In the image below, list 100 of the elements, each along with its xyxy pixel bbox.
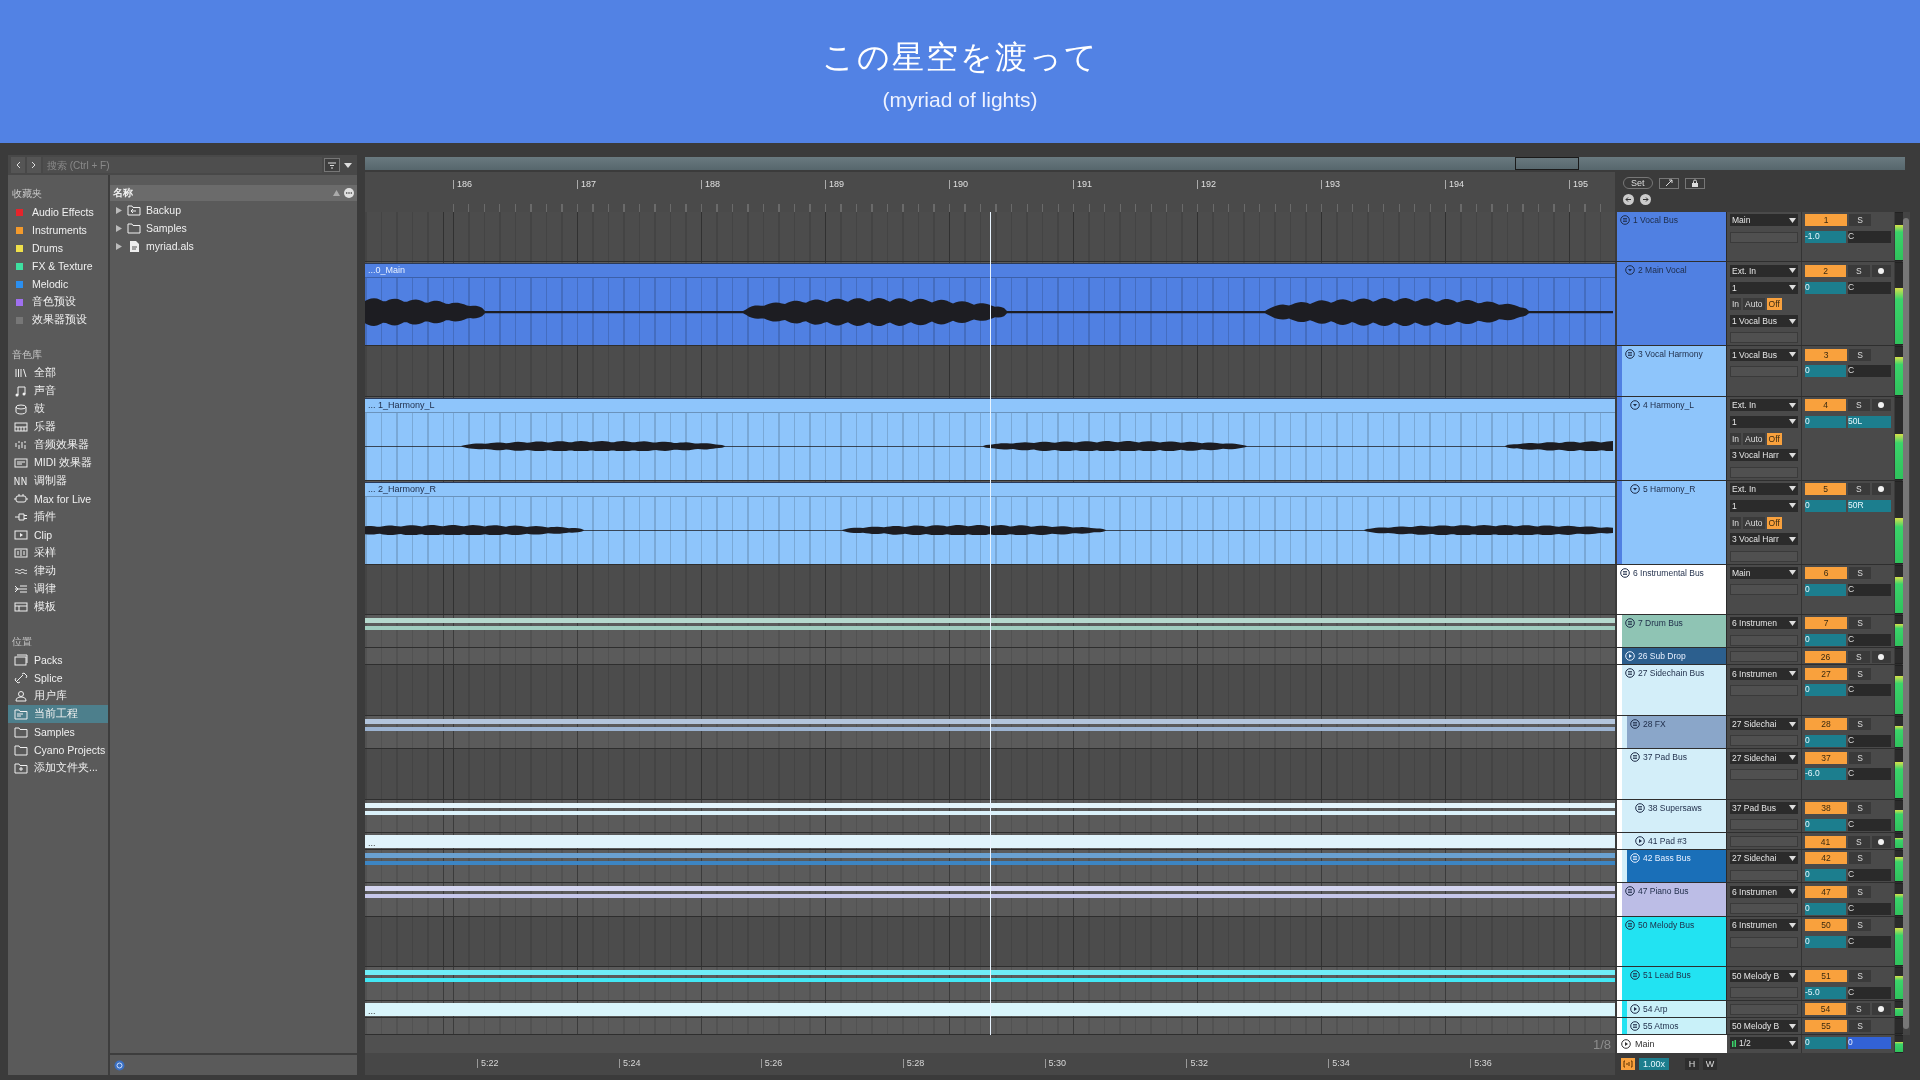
output-dropdown[interactable]: 6 Instrumen <box>1730 667 1798 680</box>
output-dropdown[interactable]: 1 Vocal Bus <box>1730 315 1798 328</box>
file-item[interactable]: myriad.als <box>110 237 357 255</box>
output-dropdown[interactable]: 27 Sidechai <box>1730 751 1798 764</box>
arm-button[interactable] <box>1871 835 1891 848</box>
track-activator-button[interactable]: 6 <box>1805 566 1847 579</box>
volume-field[interactable]: 0 <box>1805 869 1846 882</box>
sidebar-item[interactable]: 效果器预设 <box>8 311 108 329</box>
track-activator-button[interactable]: 28 <box>1805 718 1847 730</box>
track-header[interactable]: 7 Drum Bus <box>1622 614 1727 648</box>
solo-button[interactable]: S <box>1848 264 1870 277</box>
input-dropdown[interactable]: Ext. In <box>1730 399 1798 412</box>
volume-field[interactable]: 0 <box>1805 684 1846 697</box>
sidebar-item[interactable]: 调制器 <box>8 472 108 490</box>
track-header[interactable]: 41 Pad #3 <box>1632 833 1727 849</box>
solo-button[interactable]: S <box>1848 650 1870 663</box>
file-item[interactable]: Backup <box>110 201 357 219</box>
output-dropdown[interactable]: 27 Sidechai <box>1730 852 1798 865</box>
track-activator-button[interactable]: 27 <box>1805 667 1847 680</box>
track-header[interactable]: 27 Sidechain Bus <box>1622 665 1727 715</box>
arm-button[interactable] <box>1871 483 1891 495</box>
track-activator-button[interactable]: 51 <box>1805 969 1847 982</box>
volume-field[interactable]: -1.0 <box>1805 231 1846 244</box>
track-activator-button[interactable]: 41 <box>1805 835 1846 848</box>
monitor-button[interactable]: In <box>1730 432 1742 445</box>
pan-field[interactable]: C <box>1848 936 1891 949</box>
track-lane[interactable] <box>365 564 1615 614</box>
pan-field[interactable]: C <box>1848 583 1891 596</box>
volume-field[interactable]: 0 <box>1805 281 1846 294</box>
track-header[interactable]: 50 Melody Bus <box>1622 917 1727 967</box>
pan-field[interactable]: 50L <box>1848 415 1891 428</box>
sidebar-item[interactable]: 调律 <box>8 580 108 598</box>
file-item[interactable]: Samples <box>110 219 357 237</box>
output-dropdown[interactable]: 50 Melody B <box>1730 1020 1798 1033</box>
solo-button[interactable]: S <box>1849 1020 1871 1033</box>
solo-button[interactable]: S <box>1849 617 1871 630</box>
sidebar-item[interactable]: Melodic <box>8 275 108 293</box>
track-activator-button[interactable]: 5 <box>1805 483 1846 495</box>
track-activator-button[interactable]: 54 <box>1805 1003 1846 1016</box>
list-circle-icon[interactable] <box>1635 802 1645 813</box>
track-activator-button[interactable]: 38 <box>1805 801 1847 814</box>
track-activator-button[interactable]: 37 <box>1805 751 1847 764</box>
more-icon[interactable] <box>344 188 354 198</box>
play-circle-icon[interactable] <box>1630 1004 1640 1014</box>
volume-field[interactable]: 0 <box>1805 365 1846 378</box>
sidebar-item[interactable]: 音色预设 <box>8 293 108 311</box>
pan-field[interactable]: C <box>1848 684 1891 697</box>
monitor-button[interactable]: Off <box>1766 432 1782 445</box>
track-lane[interactable] <box>365 665 1615 715</box>
volume-field[interactable]: 0 <box>1805 499 1846 512</box>
sidebar-item[interactable]: 添加文件夹... <box>8 759 108 777</box>
track-lane[interactable] <box>365 648 1615 665</box>
list-circle-icon[interactable] <box>1630 718 1640 729</box>
solo-button[interactable]: S <box>1849 348 1871 361</box>
solo-button[interactable]: S <box>1849 214 1871 227</box>
audio-clip[interactable]: ... 2_Harmony_R <box>365 481 1615 564</box>
track-activator-button[interactable]: 1 <box>1805 214 1847 227</box>
pan-field[interactable]: C <box>1848 231 1891 244</box>
sidebar-item[interactable]: 鼓 <box>8 400 108 418</box>
output-dropdown[interactable]: 27 Sidechai <box>1730 718 1798 730</box>
channel-dropdown[interactable]: 1 <box>1730 499 1798 512</box>
sidebar-item[interactable]: 全部 <box>8 364 108 382</box>
track-header[interactable]: 26 Sub Drop <box>1622 648 1727 665</box>
monitor-button[interactable]: Auto <box>1743 298 1765 311</box>
sidebar-item[interactable]: 插件 <box>8 508 108 526</box>
input-dropdown[interactable]: Ext. In <box>1730 264 1798 277</box>
expand-triangle-icon[interactable] <box>116 242 122 250</box>
lock-button[interactable] <box>1684 177 1705 189</box>
monitor-button[interactable]: In <box>1730 298 1742 311</box>
track-lane[interactable] <box>365 212 1615 262</box>
channel-dropdown[interactable]: 1 <box>1730 415 1798 428</box>
input-field[interactable] <box>1730 735 1798 747</box>
track-activator-button[interactable]: 55 <box>1805 1020 1847 1033</box>
scale-field[interactable]: 1.00x <box>1639 1058 1670 1070</box>
volume-field[interactable]: 0 <box>1805 734 1846 747</box>
sidebar-item[interactable]: Audio Effects <box>8 203 108 221</box>
track-header[interactable]: 47 Piano Bus <box>1622 883 1727 917</box>
track-header[interactable]: 28 FX <box>1627 715 1727 749</box>
input-field[interactable] <box>1730 903 1798 915</box>
track-header[interactable]: 37 Pad Bus <box>1627 749 1727 799</box>
output-dropdown[interactable]: 50 Melody B <box>1730 969 1798 982</box>
audio-clip[interactable]: ...0_Main <box>365 263 1615 346</box>
output-dropdown[interactable]: Main <box>1730 214 1798 227</box>
monitor-button[interactable]: Off <box>1766 516 1782 529</box>
solo-button[interactable]: S <box>1849 751 1871 764</box>
sidebar-item[interactable]: 当前工程 <box>8 705 108 723</box>
solo-button[interactable]: S <box>1849 667 1871 680</box>
expand-button[interactable] <box>1658 177 1679 189</box>
output-dropdown[interactable]: 1/2 <box>1730 1037 1798 1050</box>
track-activator-button[interactable]: 42 <box>1805 852 1847 865</box>
list-circle-icon[interactable] <box>1620 567 1630 578</box>
pan-field[interactable]: C <box>1848 768 1891 781</box>
pan-field[interactable]: C <box>1848 734 1891 747</box>
sidebar-item[interactable]: 乐器 <box>8 418 108 436</box>
sidebar-item[interactable]: 采样 <box>8 544 108 562</box>
track-header[interactable]: 42 Bass Bus <box>1627 849 1727 883</box>
scrollbar[interactable] <box>1902 212 1910 1035</box>
arm-button[interactable] <box>1871 264 1891 277</box>
track-lane[interactable] <box>365 849 1615 883</box>
track-header[interactable]: 5 Harmony_R <box>1627 480 1727 564</box>
